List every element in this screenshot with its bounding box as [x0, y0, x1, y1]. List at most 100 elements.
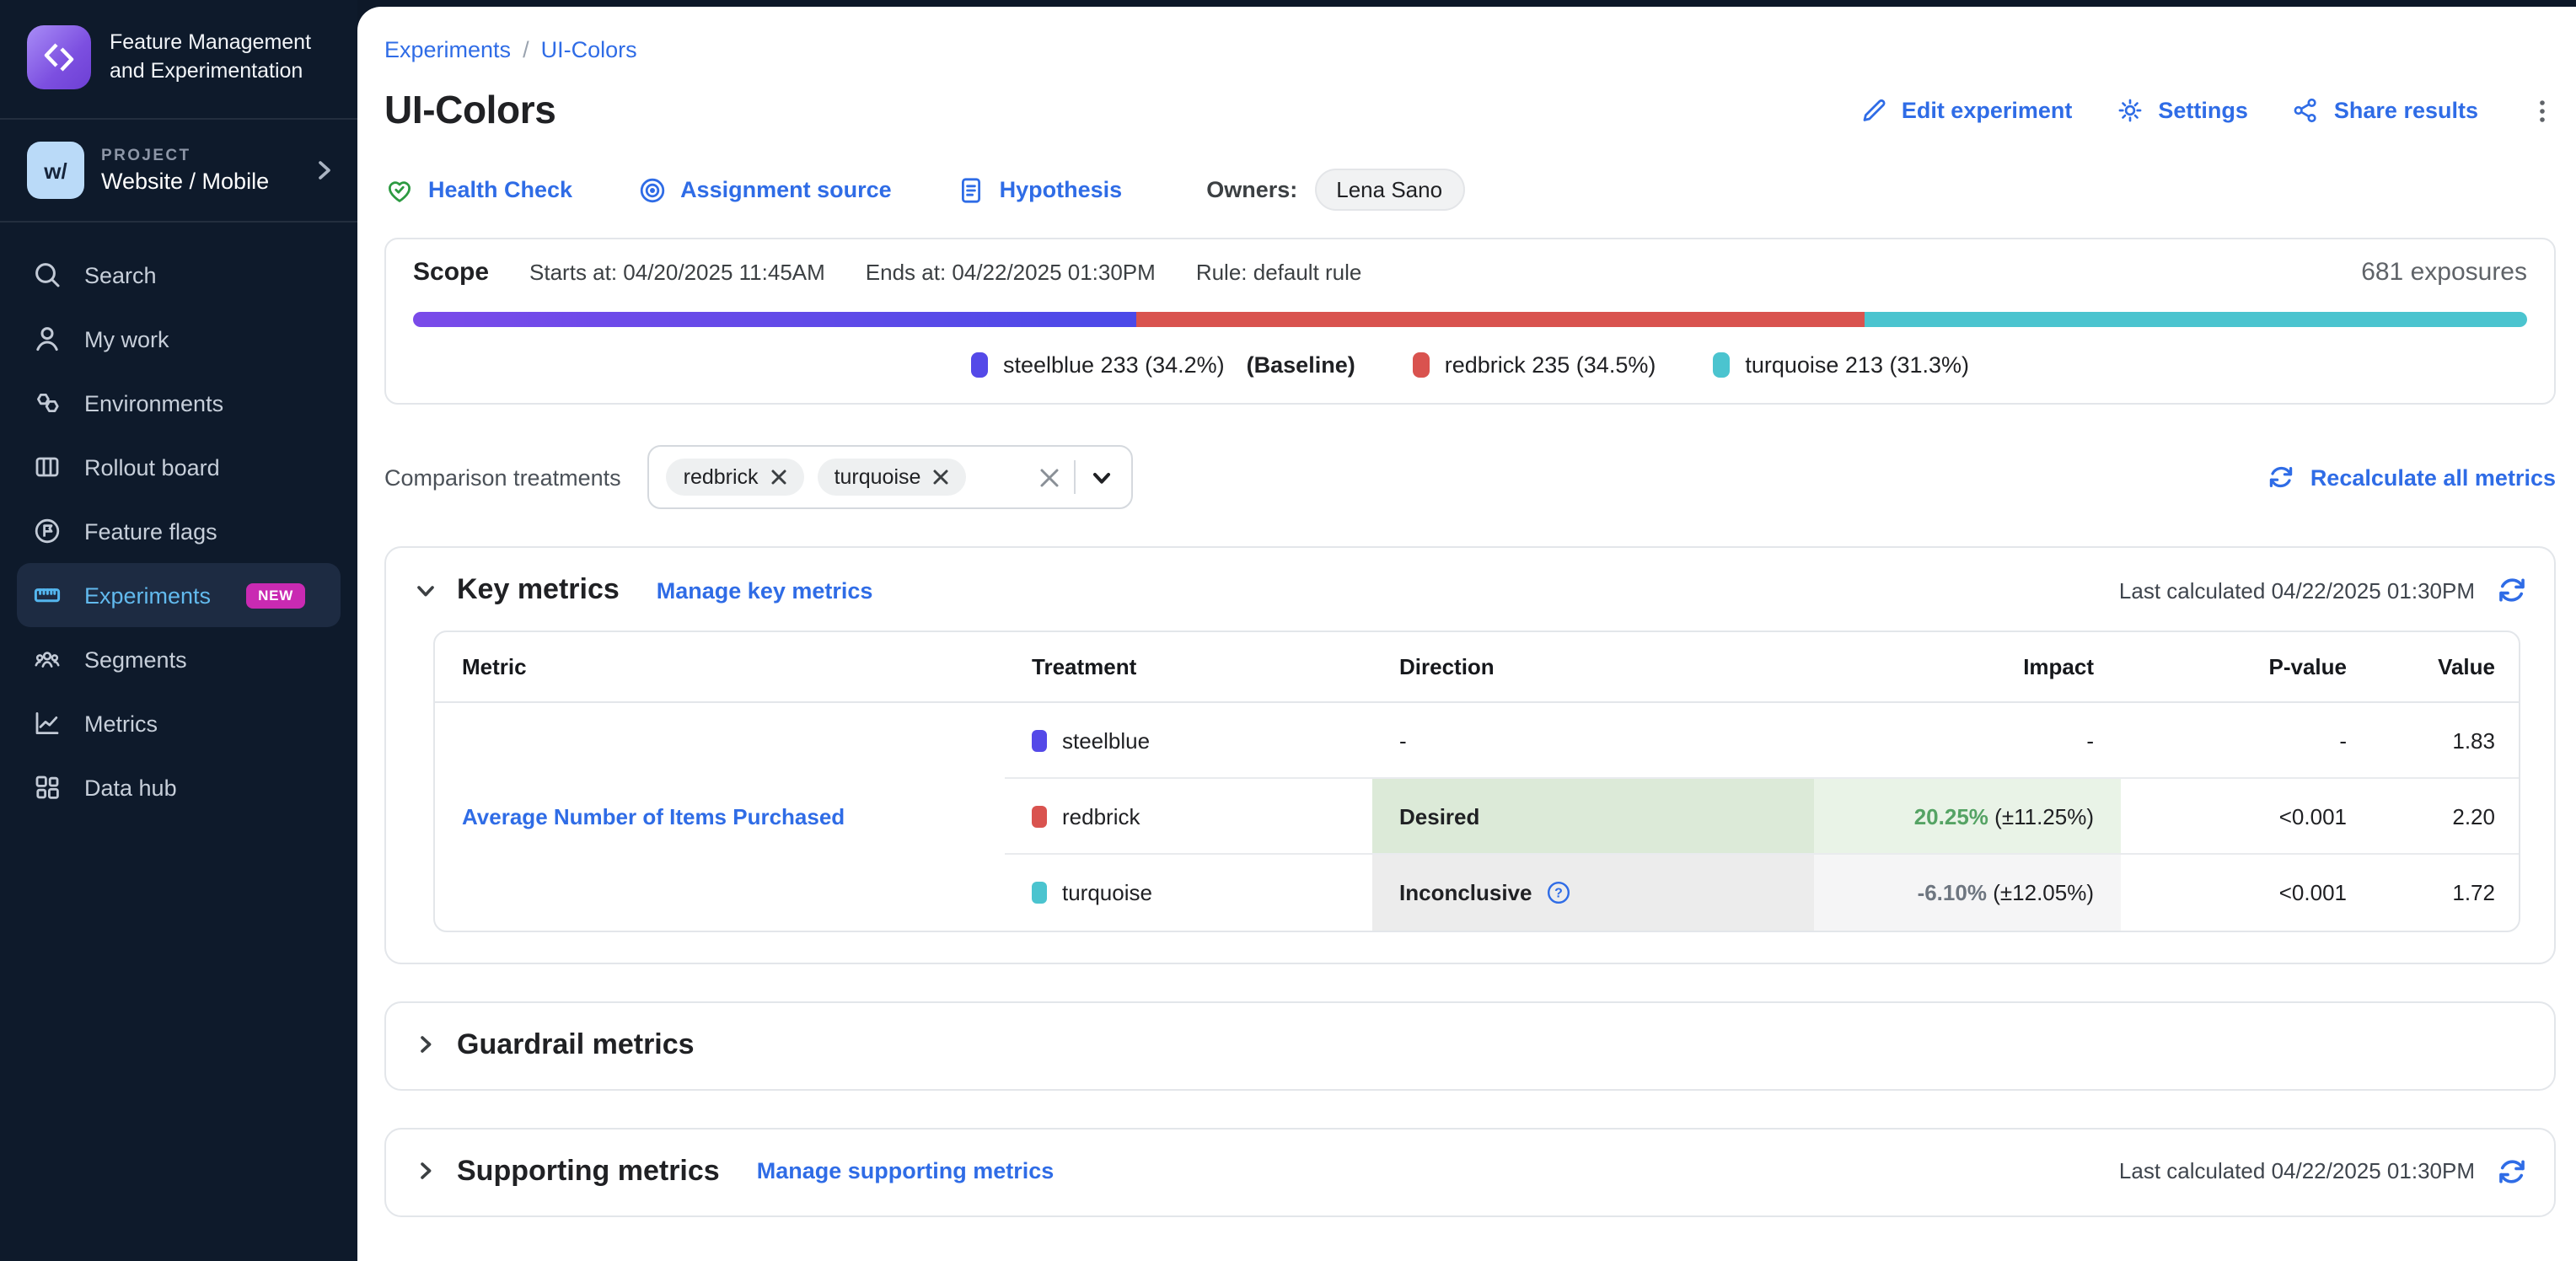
metric-cell: Average Number of Items Purchased — [435, 702, 1005, 930]
chip-turquoise[interactable]: turquoise — [818, 459, 967, 496]
table-row: Average Number of Items Purchased steelb… — [435, 702, 2519, 778]
more-options-kebab-icon[interactable] — [2529, 95, 2556, 126]
expand-chevron-right-icon[interactable] — [413, 1158, 438, 1183]
project-switcher[interactable]: w/ PROJECT Website / Mobile — [0, 120, 357, 223]
remove-chip-icon[interactable] — [770, 469, 787, 486]
refresh-icon[interactable] — [2497, 575, 2527, 605]
sidebar-item-search[interactable]: Search — [17, 243, 341, 307]
key-metrics-header: Key metrics Manage key metrics Last calc… — [413, 573, 2527, 607]
sidebar-item-segments[interactable]: Segments — [17, 627, 341, 691]
chevron-right-icon — [310, 157, 337, 184]
supporting-metrics-title: Supporting metrics — [457, 1154, 720, 1188]
sidebar-item-my-work[interactable]: My work — [17, 307, 341, 371]
value-cell: 1.83 — [2374, 702, 2519, 778]
search-icon — [32, 260, 62, 290]
key-metrics-table-card: Metric Treatment Direction Impact P-valu… — [433, 630, 2520, 931]
baseline-label: (Baseline) — [1247, 352, 1355, 378]
manage-key-metrics-link[interactable]: Manage key metrics — [657, 577, 873, 603]
legend-item-redbrick: redbrick 235 (34.5%) — [1413, 352, 1656, 378]
document-icon — [956, 174, 986, 205]
key-metrics-last-calculated: Last calculated 04/22/2025 01:30PM — [2119, 575, 2527, 605]
project-name: Website / Mobile — [101, 169, 269, 194]
bar-segment-steelblue — [413, 312, 1136, 327]
owners: Owners: Lena Sano — [1206, 169, 1464, 211]
sidebar-item-environments[interactable]: Environments — [17, 371, 341, 435]
owners-label: Owners: — [1206, 177, 1297, 202]
hypothesis-link[interactable]: Hypothesis — [956, 174, 1123, 205]
sidebar-item-metrics[interactable]: Metrics — [17, 691, 341, 755]
environments-icon — [32, 388, 62, 418]
scope-starts: Starts at: 04/20/2025 11:45AM — [529, 260, 825, 285]
scope-title: Scope — [413, 258, 489, 287]
treatment-legend: steelblue 233 (34.2%) (Baseline) redbric… — [413, 352, 2527, 378]
scope-card: Scope Starts at: 04/20/2025 11:45AM Ends… — [384, 238, 2556, 405]
sidebar-item-feature-flags[interactable]: Feature flags — [17, 499, 341, 563]
clear-all-icon[interactable] — [1039, 466, 1061, 488]
scope-header: Scope Starts at: 04/20/2025 11:45AM Ends… — [413, 258, 2527, 287]
comparison-treatments-select[interactable]: redbrick turquoise — [648, 445, 1134, 509]
chip-redbrick[interactable]: redbrick — [667, 459, 804, 496]
edit-experiment-button[interactable]: Edit experiment — [1860, 96, 2073, 125]
redbrick-swatch — [1413, 352, 1430, 378]
direction-cell: - — [1372, 702, 1814, 778]
collapse-chevron-down-icon[interactable] — [413, 577, 438, 603]
settings-button[interactable]: Settings — [2116, 96, 2248, 125]
share-results-button[interactable]: Share results — [2292, 96, 2478, 125]
remove-chip-icon[interactable] — [932, 469, 949, 486]
sidebar: Feature Management and Experimentation w… — [0, 0, 357, 1261]
chevron-down-icon[interactable] — [1090, 464, 1115, 490]
header-actions: Edit experiment Settings Share results — [1860, 95, 2556, 126]
guardrail-metrics-section: Guardrail metrics — [384, 1001, 2556, 1090]
sidebar-item-rollout-board[interactable]: Rollout board — [17, 435, 341, 499]
ruler-icon — [32, 580, 62, 610]
health-check-link[interactable]: Health Check — [384, 174, 572, 205]
sidebar-item-experiments[interactable]: Experiments NEW — [17, 563, 341, 627]
breadcrumb-current-link[interactable]: UI-Colors — [541, 37, 637, 62]
legend-item-steelblue: steelblue 233 (34.2%) (Baseline) — [971, 352, 1355, 378]
treatment-name: steelblue — [1062, 727, 1150, 753]
turquoise-swatch — [1713, 352, 1730, 378]
col-metric: Metric — [435, 632, 1005, 702]
scope-rule: Rule: default rule — [1196, 260, 1362, 285]
select-divider — [1075, 460, 1076, 494]
refresh-icon — [2268, 464, 2295, 491]
col-direction: Direction — [1372, 632, 1814, 702]
sidebar-nav: Search My work Environments Rollout boar… — [0, 223, 357, 840]
app-root: Feature Management and Experimentation w… — [0, 0, 2576, 1261]
owner-pill[interactable]: Lena Sano — [1314, 169, 1464, 211]
scope-ends: Ends at: 04/22/2025 01:30PM — [866, 260, 1156, 285]
value-cell: 2.20 — [2374, 778, 2519, 854]
refresh-icon[interactable] — [2497, 1156, 2527, 1186]
project-label: PROJECT — [101, 147, 269, 165]
line-chart-icon — [32, 708, 62, 738]
expand-chevron-right-icon[interactable] — [413, 1032, 438, 1057]
treatment-name: turquoise — [1062, 880, 1152, 905]
flag-circle-icon — [32, 516, 62, 546]
data-hub-icon — [32, 772, 62, 802]
impact-cell-desired: 20.25% (±11.25%) — [1814, 778, 2121, 854]
assignment-source-link[interactable]: Assignment source — [636, 174, 892, 205]
value-cell: 1.72 — [2374, 854, 2519, 930]
target-icon — [636, 174, 667, 205]
direction-cell-inconclusive: Inconclusive ? — [1372, 854, 1814, 930]
gear-icon — [2116, 96, 2144, 125]
breadcrumb-experiments-link[interactable]: Experiments — [384, 37, 511, 62]
recalculate-all-metrics-button[interactable]: Recalculate all metrics — [2268, 464, 2556, 491]
metric-link[interactable]: Average Number of Items Purchased — [462, 804, 845, 829]
col-impact: Impact — [1814, 632, 2121, 702]
manage-supporting-metrics-link[interactable]: Manage supporting metrics — [757, 1158, 1055, 1183]
breadcrumb-separator: / — [523, 37, 529, 62]
col-p-value: P-value — [2121, 632, 2374, 702]
supporting-metrics-section: Supporting metrics Manage supporting met… — [384, 1127, 2556, 1216]
turquoise-swatch — [1032, 882, 1047, 904]
bar-segment-turquoise — [1865, 312, 2527, 327]
redbrick-swatch — [1032, 805, 1047, 827]
sidebar-item-data-hub[interactable]: Data hub — [17, 755, 341, 819]
new-badge: NEW — [246, 582, 305, 608]
key-metrics-section: Key metrics Manage key metrics Last calc… — [384, 546, 2556, 963]
key-metrics-title: Key metrics — [457, 573, 620, 607]
main-panel: Experiments / UI-Colors UI-Colors Edit e… — [357, 7, 2576, 1261]
exposures-count: 681 exposures — [2361, 258, 2527, 287]
help-question-icon[interactable]: ? — [1546, 880, 1571, 905]
col-treatment: Treatment — [1005, 632, 1372, 702]
